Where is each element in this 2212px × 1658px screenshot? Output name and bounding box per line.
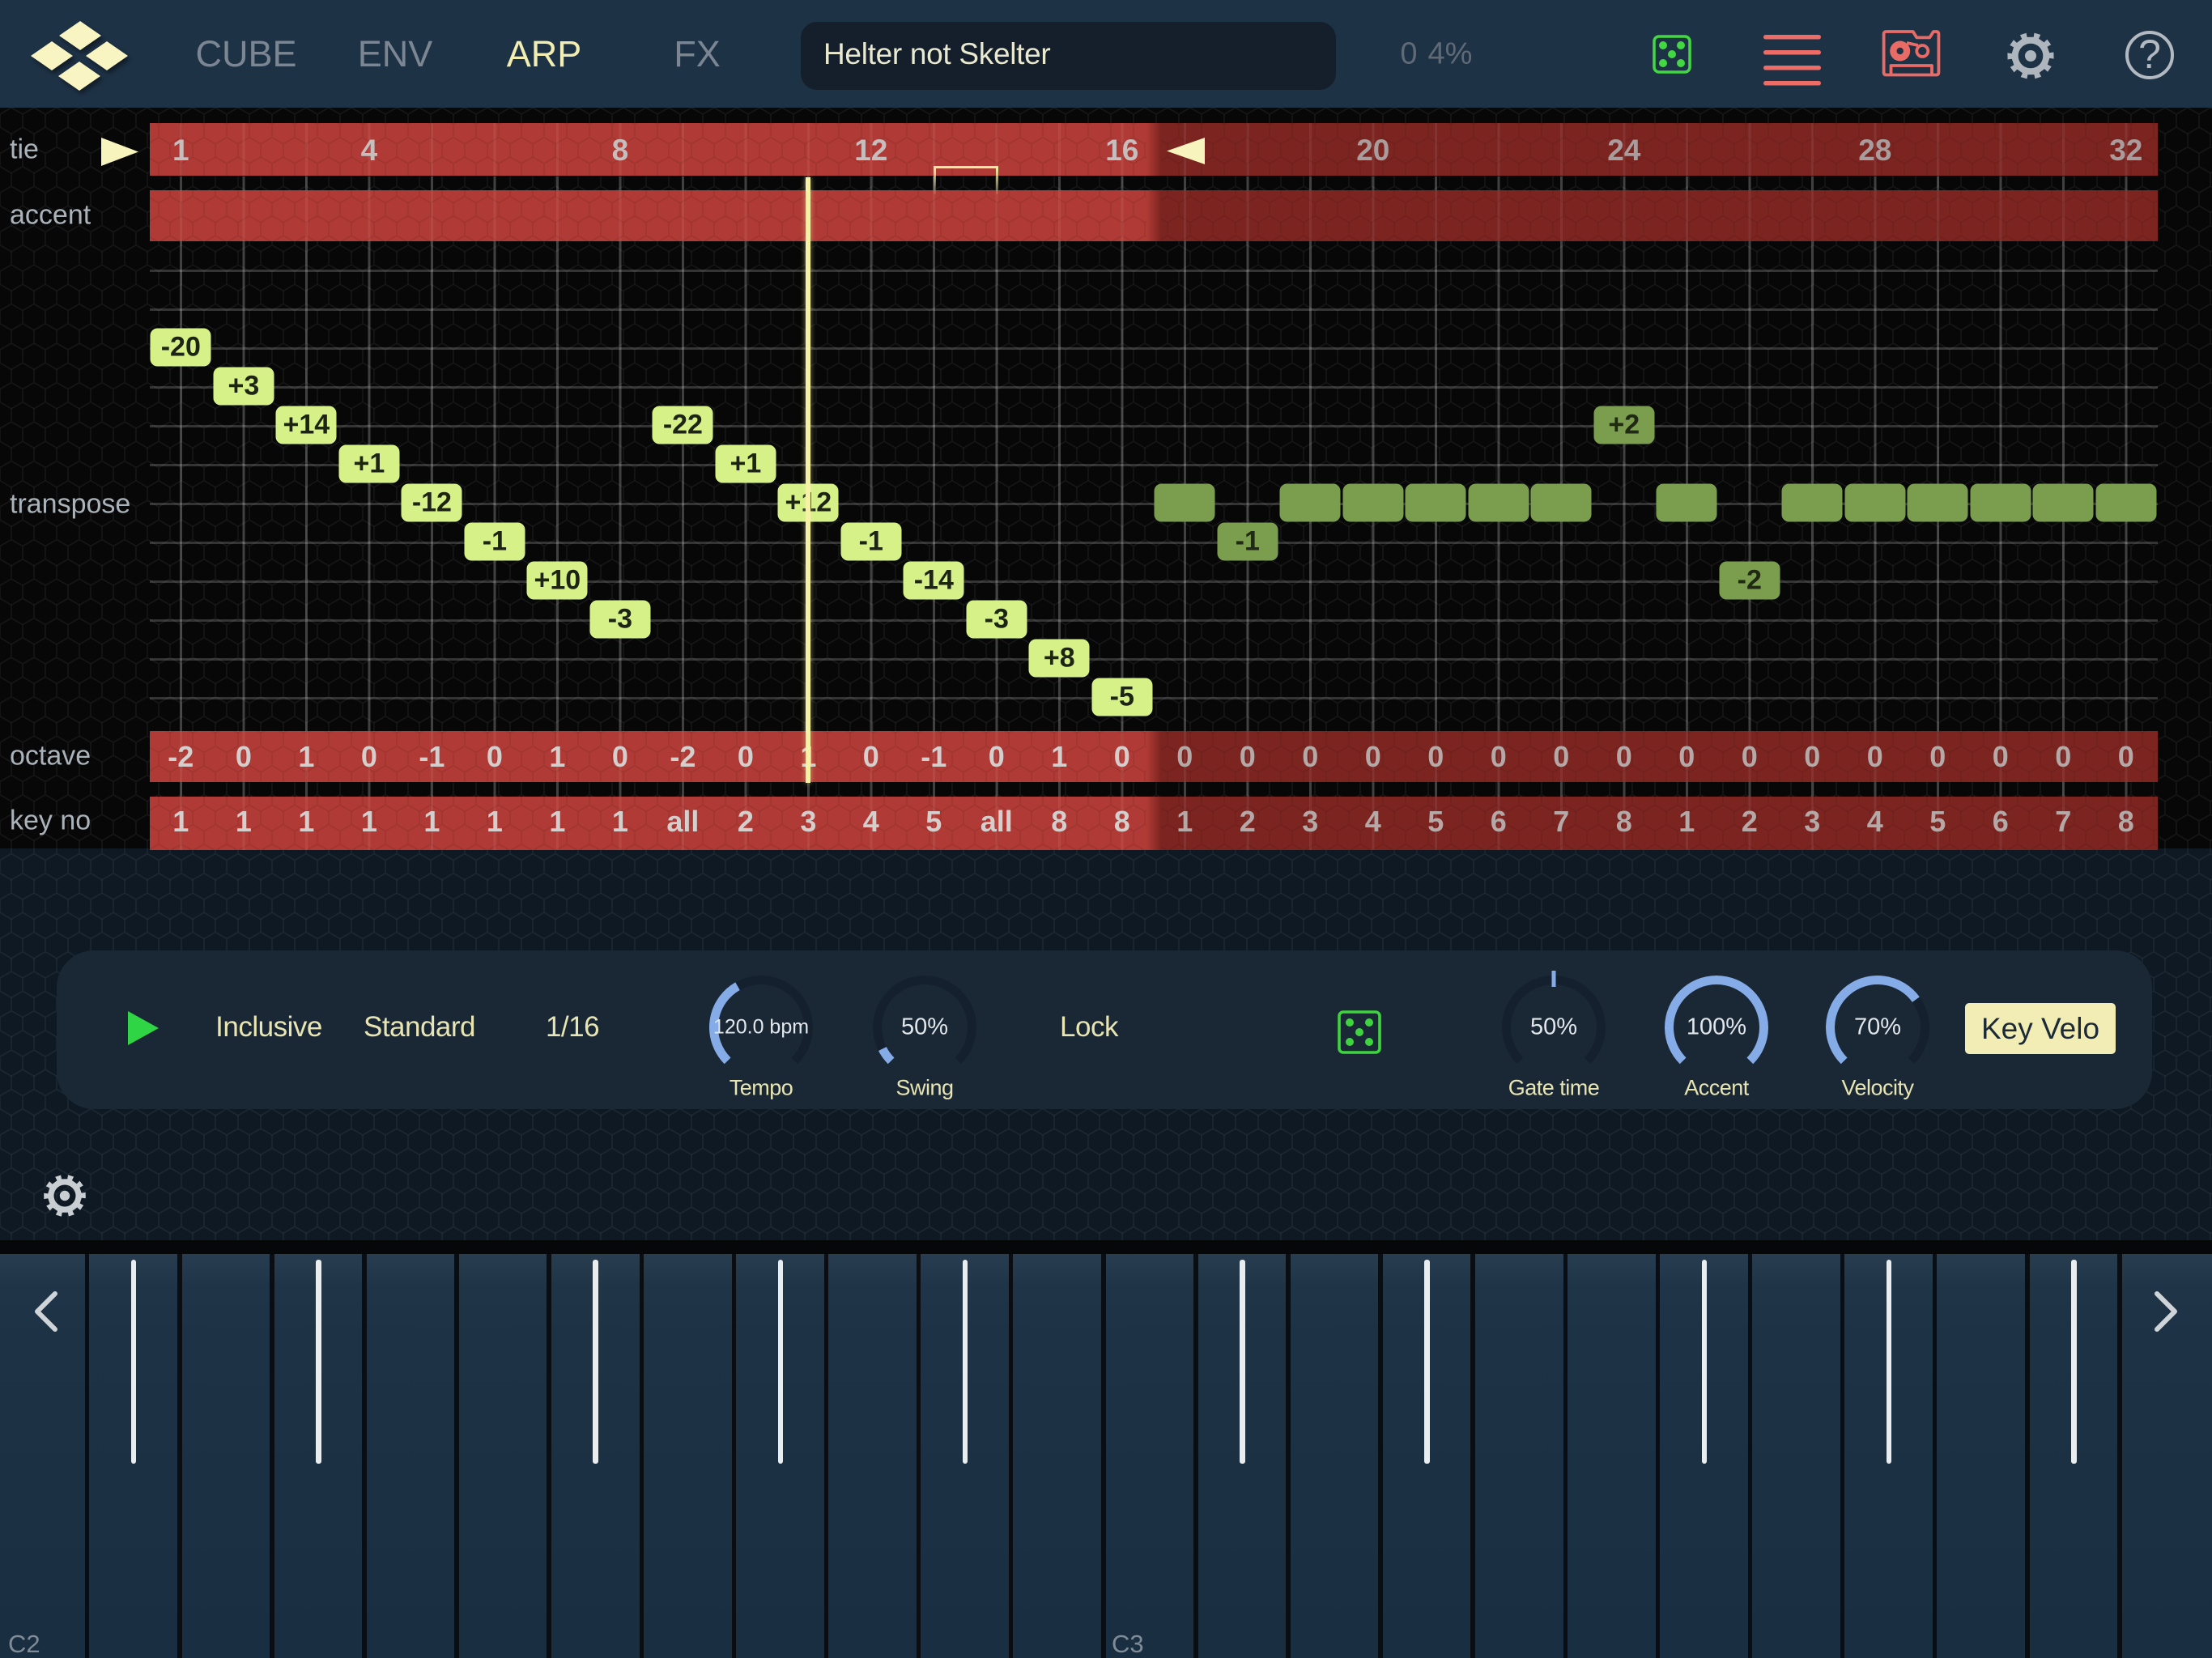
svg-text:?: ? <box>2138 32 2161 77</box>
